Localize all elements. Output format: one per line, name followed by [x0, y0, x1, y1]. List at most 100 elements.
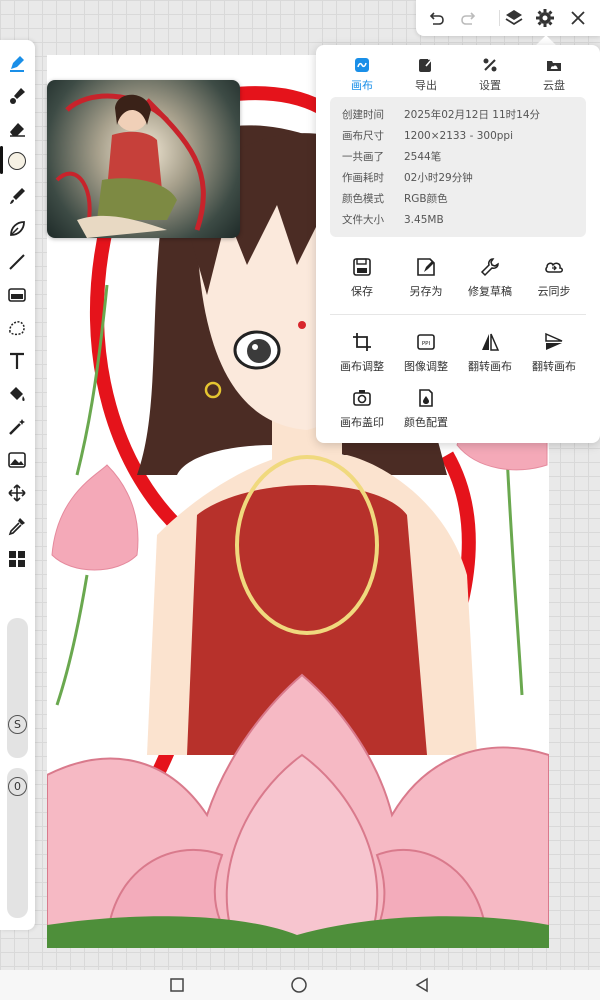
- eyedropper-tool-button[interactable]: [4, 513, 30, 539]
- info-key: 一共画了: [342, 151, 384, 163]
- pen-icon: [10, 56, 24, 72]
- canvas-stamp-button[interactable]: 画布盖印: [330, 388, 394, 438]
- tab-canvas[interactable]: 画布: [330, 57, 394, 97]
- canvas-tools-row: 画布盖印 颜色配置: [330, 388, 586, 438]
- top-action-bar: [416, 0, 600, 36]
- cloud-sync-icon: [545, 262, 563, 273]
- magic-wand-icon: [9, 419, 25, 435]
- brush-tool-button[interactable]: [4, 83, 30, 109]
- circle-icon: [291, 977, 307, 993]
- info-row-size: 画布尺寸 1200×2133 - 300ppi: [342, 125, 586, 146]
- square-icon: [170, 978, 184, 992]
- image-tool-button[interactable]: [4, 447, 30, 473]
- save-icon: [353, 258, 371, 276]
- save-button[interactable]: 保存: [330, 257, 394, 307]
- tab-label: 导出: [415, 79, 437, 92]
- export-icon: [419, 58, 433, 72]
- info-value: 1200×2133 - 300ppi: [404, 129, 513, 142]
- info-value: 2025年02月12日 11时14分: [404, 109, 541, 121]
- undo-button[interactable]: [423, 6, 449, 30]
- recents-button[interactable]: [168, 976, 186, 994]
- canvas-icon: [355, 58, 369, 72]
- gradient-icon: [8, 288, 26, 302]
- undo-icon: [429, 12, 444, 25]
- settings-button[interactable]: [532, 6, 558, 30]
- info-key: 作画耗时: [342, 172, 384, 184]
- save-as-button[interactable]: 另存为: [394, 257, 458, 307]
- tab-export[interactable]: 导出: [394, 57, 458, 97]
- brush-size-badge: S: [8, 715, 27, 734]
- fill-tool-button[interactable]: [4, 381, 30, 407]
- tab-label: 云盘: [543, 79, 565, 92]
- color-config-button[interactable]: 颜色配置: [394, 388, 458, 438]
- redo-icon: [461, 12, 476, 25]
- info-key: 文件大小: [342, 214, 384, 226]
- line-tool-button[interactable]: [4, 249, 30, 275]
- ppi-icon: PPI: [417, 334, 435, 350]
- tab-settings[interactable]: 设置: [458, 57, 522, 97]
- info-value: 3.45MB: [404, 213, 444, 226]
- home-button[interactable]: [290, 976, 308, 994]
- flip-vertical-icon: [545, 332, 563, 350]
- crop-icon: [353, 333, 371, 351]
- flip-canvas-horizontal-button[interactable]: 翻转画布: [458, 332, 522, 382]
- line-icon: [9, 254, 25, 270]
- flip-horizontal-icon: [482, 333, 500, 351]
- reference-figure-illustration: [55, 93, 206, 238]
- transform-tool-button[interactable]: [4, 480, 30, 506]
- image-adjust-button[interactable]: PPI 图像调整: [394, 332, 458, 382]
- cloud-drive-icon: [547, 61, 561, 71]
- more-tools-button[interactable]: [4, 546, 30, 572]
- cloud-sync-button[interactable]: 云同步: [522, 257, 586, 307]
- color-swatch[interactable]: [8, 152, 26, 170]
- brush-size-slider[interactable]: [7, 618, 28, 758]
- close-button[interactable]: [565, 6, 591, 30]
- save-as-label: 另存为: [409, 285, 443, 298]
- text-tool-button[interactable]: [4, 348, 30, 374]
- canvas-adjust-row: 画布调整 PPI 图像调整 翻转画布 翻转画布: [330, 332, 586, 382]
- system-navigation-bar: [0, 970, 600, 1000]
- panel-divider: [330, 314, 586, 315]
- info-row-created: 创建时间 2025年02月12日 11时14分: [342, 104, 586, 125]
- eraser-tool-button[interactable]: [4, 116, 30, 142]
- smudge-icon: [10, 188, 25, 204]
- info-value: 2544笔: [404, 151, 442, 163]
- repair-draft-button[interactable]: 修复草稿: [458, 257, 522, 307]
- eraser-icon: [10, 123, 25, 137]
- gradient-tool-button[interactable]: [4, 282, 30, 308]
- canvas-info-box: 创建时间 2025年02月12日 11时14分 画布尺寸 1200×2133 - 3…: [330, 97, 586, 237]
- canvas-adjust-button[interactable]: 画布调整: [330, 332, 394, 382]
- info-row-file-size: 文件大小 3.45MB: [342, 209, 586, 230]
- panel-tabs: 画布 导出 设置 云盘: [330, 57, 586, 97]
- info-key: 创建时间: [342, 109, 384, 121]
- cloud-sync-label: 云同步: [537, 285, 571, 298]
- wrench-icon: [480, 258, 499, 277]
- magic-wand-tool-button[interactable]: [4, 414, 30, 440]
- close-icon: [571, 11, 585, 25]
- leaf-icon: [10, 221, 25, 236]
- back-button[interactable]: [413, 976, 431, 994]
- lasso-tool-button[interactable]: [4, 216, 30, 242]
- topbar-divider: [499, 10, 500, 26]
- info-key: 颜色模式: [342, 193, 384, 205]
- gear-icon: [536, 9, 554, 27]
- image-icon: [8, 452, 26, 468]
- layers-button[interactable]: [501, 6, 527, 30]
- tab-label: 画布: [351, 79, 373, 92]
- reference-image[interactable]: [47, 80, 240, 238]
- active-tool-indicator: [0, 146, 3, 174]
- stamp-icon: [353, 390, 371, 406]
- info-key: 画布尺寸: [342, 130, 384, 142]
- pen-tool-button[interactable]: [4, 50, 30, 76]
- info-value: 02小时29分钟: [404, 172, 473, 184]
- file-actions-row: 保存 另存为 修复草稿 云同步: [330, 257, 586, 307]
- info-value: RGB颜色: [404, 193, 448, 205]
- smudge-tool-button[interactable]: [4, 183, 30, 209]
- tab-cloud-drive[interactable]: 云盘: [522, 57, 586, 97]
- flip-canvas-vertical-button[interactable]: 翻转画布: [522, 332, 586, 382]
- image-adjust-label: 图像调整: [404, 360, 448, 373]
- grid-icon: [9, 551, 25, 567]
- brush-opacity-badge: 0: [8, 777, 27, 796]
- selection-tool-button[interactable]: [4, 315, 30, 341]
- redo-button[interactable]: [456, 6, 482, 30]
